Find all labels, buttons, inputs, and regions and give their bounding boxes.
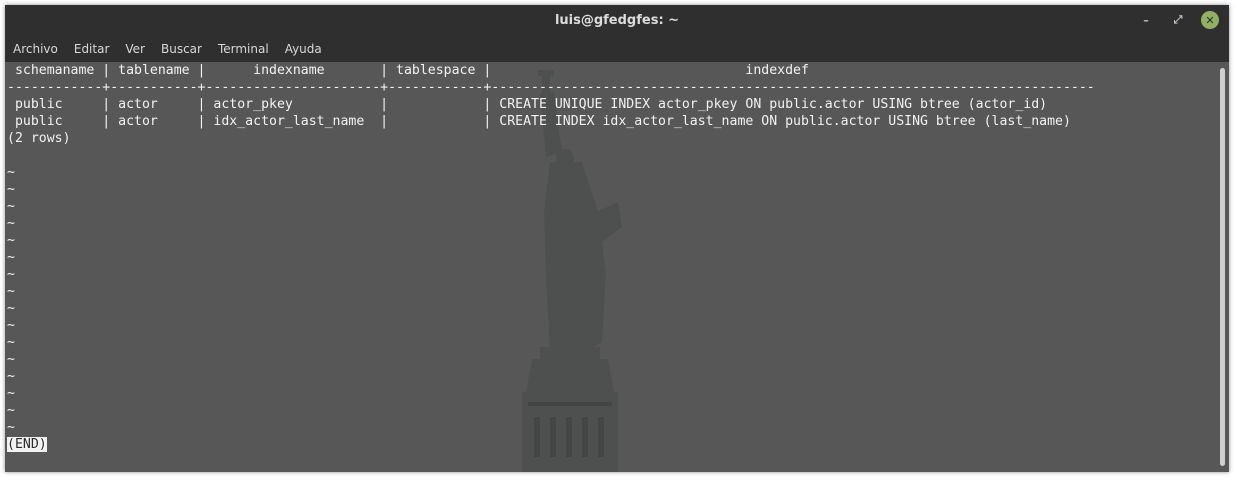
scrollbar[interactable] <box>1220 68 1225 466</box>
maximize-icon[interactable]: ⤢ <box>1169 11 1187 29</box>
pager-end-marker: (END) <box>7 437 47 452</box>
terminal-output: schemaname | tablename | indexname | tab… <box>7 62 1095 453</box>
table-row: public | actor | actor_pkey | | CREATE U… <box>7 97 1048 112</box>
menu-terminal[interactable]: Terminal <box>218 42 269 56</box>
minimize-icon[interactable]: – <box>1137 11 1155 29</box>
menu-ayuda[interactable]: Ayuda <box>285 42 322 56</box>
row-count: (2 rows) <box>7 131 71 146</box>
table-header: schemaname | tablename | indexname | tab… <box>7 63 809 78</box>
terminal-window: luis@gfedgfes: ~ – ⤢ ✕ Archivo Editar Ve… <box>5 5 1229 472</box>
empty-lines: ~ ~ ~ ~ ~ ~ ~ ~ ~ ~ ~ ~ ~ ~ ~ ~ <box>7 165 15 435</box>
title-bar[interactable]: luis@gfedgfes: ~ – ⤢ ✕ <box>5 5 1229 36</box>
window-title: luis@gfedgfes: ~ <box>554 13 680 28</box>
table-separator: ------------+-----------+---------------… <box>7 80 1095 95</box>
table-row: public | actor | idx_actor_last_name | |… <box>7 114 1071 129</box>
menu-bar: Archivo Editar Ver Buscar Terminal Ayuda <box>5 36 1229 62</box>
menu-editar[interactable]: Editar <box>74 42 110 56</box>
menu-ver[interactable]: Ver <box>125 42 145 56</box>
menu-archivo[interactable]: Archivo <box>13 42 58 56</box>
close-icon[interactable]: ✕ <box>1201 11 1219 29</box>
window-controls: – ⤢ ✕ <box>1137 11 1219 29</box>
terminal-area[interactable]: schemaname | tablename | indexname | tab… <box>5 62 1229 472</box>
menu-buscar[interactable]: Buscar <box>161 42 202 56</box>
